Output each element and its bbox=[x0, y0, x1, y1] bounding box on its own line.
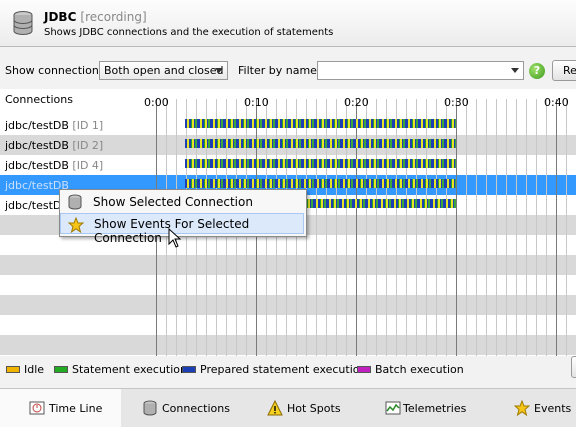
chevron-down-icon bbox=[215, 68, 223, 73]
menu-item-label: Show Selected Connection bbox=[93, 195, 253, 209]
context-menu: Show Selected Connection Show Events For… bbox=[59, 189, 307, 245]
legend-label: Idle bbox=[24, 363, 45, 376]
bottom-tab-bar: Time Line Connections Hot Spots Telemetr… bbox=[0, 388, 576, 427]
tick-label: 0:20 bbox=[344, 96, 369, 109]
tab-label: Telemetries bbox=[403, 402, 467, 415]
tab-events[interactable]: Events bbox=[493, 389, 576, 427]
tab-label: Connections bbox=[162, 402, 230, 415]
show-connections-value: Both open and closed bbox=[104, 64, 224, 77]
tab-connections[interactable]: Connections bbox=[121, 389, 245, 427]
connection-label: jdbc/testDB [ID 4] bbox=[5, 159, 103, 172]
menu-item-show-selected-connection[interactable]: Show Selected Connection bbox=[60, 191, 304, 212]
row-stripe bbox=[0, 255, 576, 275]
chevron-down-icon[interactable] bbox=[511, 68, 519, 73]
row-stripe bbox=[0, 335, 576, 355]
timeline-icon bbox=[29, 401, 45, 415]
menu-item-show-events-for-selected-connection[interactable]: Show Events For Selected Connection bbox=[60, 213, 304, 245]
telemetry-icon bbox=[385, 401, 401, 415]
help-icon[interactable]: ? bbox=[529, 63, 545, 79]
database-icon bbox=[68, 194, 82, 210]
database-icon bbox=[13, 11, 33, 35]
reset-button[interactable]: Re bbox=[552, 60, 576, 81]
database-icon bbox=[143, 400, 157, 416]
warning-icon bbox=[267, 400, 283, 416]
connections-column-header: Connections bbox=[5, 93, 73, 106]
legend-label: Statement execution bbox=[72, 363, 187, 376]
connection-activity-bar bbox=[185, 119, 456, 128]
connection-label: jdbc/testDB [ID 2] bbox=[5, 139, 103, 152]
tick-label: 0:40 bbox=[544, 96, 569, 109]
connection-activity-bar bbox=[185, 159, 456, 168]
connection-name: jdbc/testDB bbox=[5, 159, 69, 172]
star-icon bbox=[514, 400, 530, 416]
show-connections-label: Show connections: bbox=[5, 64, 109, 77]
legend-swatch-statement bbox=[54, 366, 68, 373]
tick-label: 0:00 bbox=[144, 96, 169, 109]
row-stripe bbox=[0, 295, 576, 315]
view-header: JDBC [recording] Shows JDBC connections a… bbox=[0, 0, 576, 47]
filter-by-name-label: Filter by name: bbox=[238, 64, 321, 77]
legend-label: Prepared statement execution bbox=[200, 363, 367, 376]
tab-label: Events bbox=[534, 402, 572, 415]
menu-item-label: Show Events For Selected Connection bbox=[94, 217, 250, 245]
connection-activity-bar bbox=[185, 179, 456, 188]
tab-label: Time Line bbox=[49, 402, 103, 415]
connection-name: jdbc/testDB bbox=[5, 139, 69, 152]
star-icon bbox=[68, 217, 84, 233]
connection-row[interactable]: jdbc/testDB [ID 4] bbox=[0, 155, 576, 175]
legend-label: Batch execution bbox=[375, 363, 464, 376]
mouse-cursor-icon bbox=[168, 228, 182, 248]
filter-name-input[interactable] bbox=[317, 61, 524, 80]
title-text: JDBC bbox=[44, 10, 77, 24]
connection-id: [ID 2] bbox=[72, 139, 104, 152]
legend-side-button[interactable] bbox=[571, 356, 576, 378]
connection-id: [ID 1] bbox=[72, 119, 104, 132]
legend-swatch-prepared-statement bbox=[182, 366, 196, 373]
tab-time-line[interactable]: Time Line bbox=[0, 389, 121, 427]
recording-status: [recording] bbox=[80, 10, 147, 24]
legend-swatch-batch bbox=[357, 366, 371, 373]
tab-hot-spots[interactable]: Hot Spots bbox=[245, 389, 363, 427]
legend: Idle Statement execution Prepared statem… bbox=[0, 358, 576, 380]
connection-name: jdbc/testDB bbox=[5, 119, 69, 132]
connection-row[interactable]: jdbc/testDB [ID 1] bbox=[0, 115, 576, 135]
page-subtitle: Shows JDBC connections and the execution… bbox=[44, 27, 334, 38]
connection-activity-bar bbox=[185, 139, 456, 148]
connection-row[interactable]: jdbc/testDB [ID 2] bbox=[0, 135, 576, 155]
connection-label: jdbc/testDB [ID 1] bbox=[5, 119, 103, 132]
tick-label: 0:30 bbox=[444, 96, 469, 109]
show-connections-dropdown[interactable]: Both open and closed bbox=[99, 61, 228, 80]
page-title: JDBC [recording] bbox=[44, 10, 147, 24]
legend-swatch-idle bbox=[6, 366, 20, 373]
tab-label: Hot Spots bbox=[287, 402, 341, 415]
connection-id: [ID 4] bbox=[72, 159, 104, 172]
tab-telemetries[interactable]: Telemetries bbox=[363, 389, 493, 427]
tick-label: 0:10 bbox=[244, 96, 269, 109]
